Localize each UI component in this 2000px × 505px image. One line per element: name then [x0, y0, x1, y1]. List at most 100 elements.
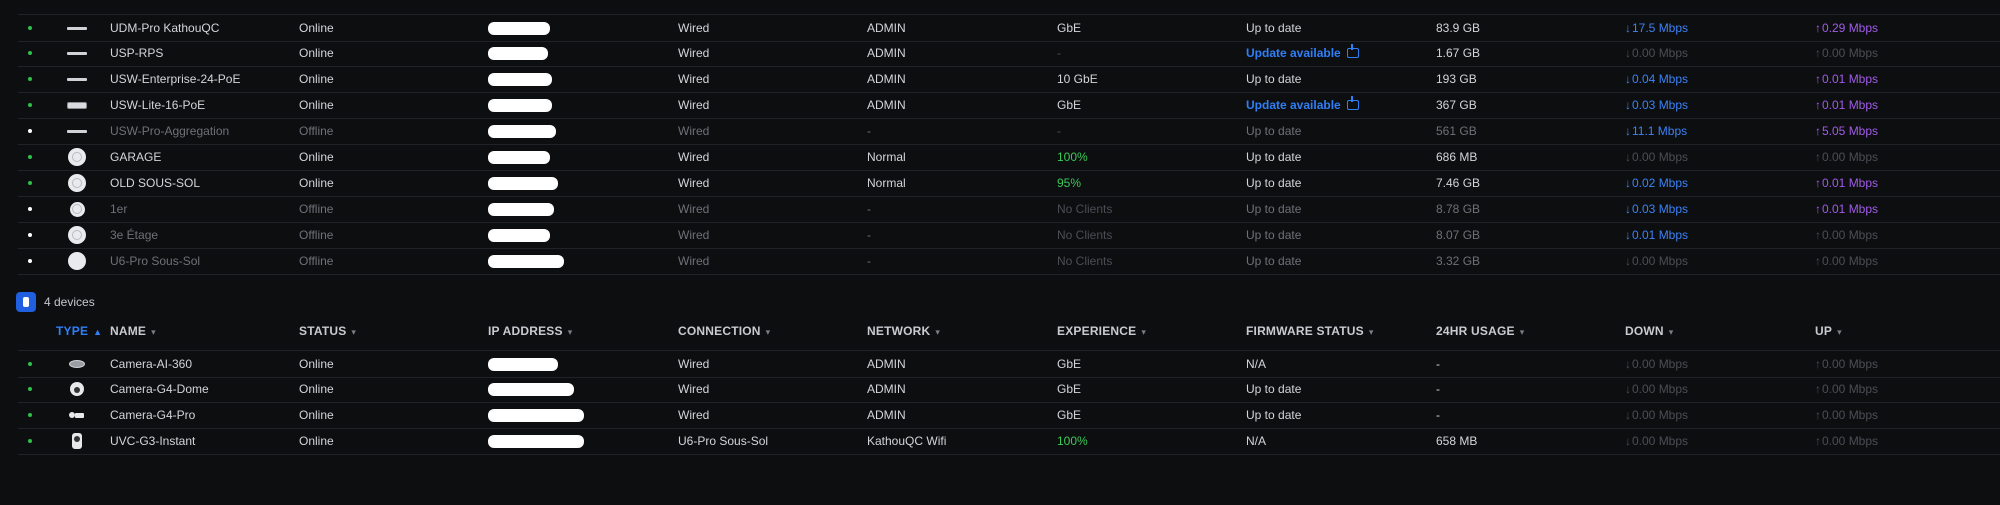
firmware-status: Up to date — [1246, 376, 1301, 402]
ip-address: 192.168.1.1 — [488, 15, 598, 41]
device-name[interactable]: Camera-G4-Dome — [110, 376, 209, 402]
device-name[interactable]: USW-Enterprise-24-PoE — [110, 66, 241, 92]
device-status: Offline — [299, 254, 334, 268]
arrow-down-icon: ↓ — [1625, 124, 1631, 138]
device-name[interactable]: USW-Lite-16-PoE — [110, 92, 205, 118]
redaction-mark — [488, 435, 584, 448]
firmware-status-text: Up to date — [1246, 124, 1302, 138]
table-row[interactable]: UDM-Pro KathouQC Online 192.168.1.1 Wired AD… — [18, 14, 2000, 42]
device-icon-cell — [60, 222, 94, 248]
column-header-firmware[interactable]: FIRMWARE STATUS ▾ — [1246, 318, 1374, 344]
status-dot-icon — [28, 439, 32, 443]
device-icon-cell — [60, 40, 94, 66]
usage-24hr: 658 MB — [1436, 434, 1478, 448]
status-dot — [28, 66, 34, 92]
connection: Wired — [678, 46, 710, 60]
column-header-type[interactable]: TYPE ▲ — [56, 318, 102, 344]
column-header-status[interactable]: STATUS ▾ — [299, 318, 356, 344]
update-icon[interactable] — [1346, 96, 1359, 110]
download-rate: ↓0.00 Mbps — [1625, 402, 1688, 428]
table-row[interactable]: Camera-AI-360 Online 192.168.1.107 Wired ADM… — [18, 350, 2000, 378]
redaction-mark — [488, 409, 584, 422]
arrow-down-icon: ↓ — [1625, 176, 1631, 190]
arrow-down-icon: ↓ — [1625, 228, 1631, 242]
table-row[interactable]: OLD SOUS-SOL Online 192.168.2.4 Wired Normal… — [18, 170, 2000, 197]
device-name[interactable]: GARAGE — [110, 144, 161, 170]
table-row[interactable]: USW-Pro-Aggregation Offline 192.168.1.5 Wir… — [18, 118, 2000, 145]
table-row[interactable]: GARAGE Online 192.168.1.6 Wired Normal 100% Up… — [18, 144, 2000, 171]
firmware-status[interactable]: Update available — [1246, 40, 1359, 66]
arrow-up-icon: ↑ — [1815, 150, 1821, 164]
device-name[interactable]: OLD SOUS-SOL — [110, 170, 200, 196]
experience: GbE — [1057, 21, 1082, 35]
firmware-status[interactable]: Update available — [1246, 92, 1359, 118]
table-row[interactable]: 1er Offline 192.168.1.8 Wired - No Clients Up … — [18, 196, 2000, 223]
firmware-status-text: Up to date — [1246, 21, 1302, 35]
device-name[interactable]: 1er — [110, 196, 127, 222]
column-header-down[interactable]: DOWN ▾ — [1625, 318, 1674, 344]
chevron-down-icon: ▾ — [1519, 327, 1525, 337]
upload-rate: ↑0.01 Mbps — [1815, 66, 1878, 92]
table-row[interactable]: 3e Étage Offline 192.168.1.9 Wired - No Clien… — [18, 222, 2000, 249]
device-name[interactable]: UDM-Pro KathouQC — [110, 15, 219, 41]
status-dot-icon — [28, 259, 32, 263]
download-rate: ↓0.00 Mbps — [1625, 248, 1688, 274]
device-icon-cell — [60, 92, 94, 118]
firmware-status: Up to date — [1246, 144, 1301, 170]
status-dot-icon — [28, 233, 32, 237]
chevron-down-icon: ▾ — [765, 327, 771, 337]
arrow-down-icon: ↓ — [1625, 72, 1631, 86]
column-header-connection[interactable]: CONNECTION ▾ — [678, 318, 770, 344]
device-name[interactable]: USW-Pro-Aggregation — [110, 118, 229, 144]
column-header-up[interactable]: UP ▾ — [1815, 318, 1842, 344]
table-row[interactable]: UVC-G3-Instant Online 192.168.1.110 U6-Pro … — [18, 428, 2000, 455]
experience: No Clients — [1057, 254, 1113, 268]
column-header-experience[interactable]: EXPERIENCE ▾ — [1057, 318, 1146, 344]
upload-rate-value: 0.01 Mbps — [1822, 98, 1879, 112]
table-row[interactable]: Camera-G4-Dome Online 192.168.1.108 Wired AD… — [18, 376, 2000, 403]
device-name[interactable]: USP-RPS — [110, 40, 163, 66]
table-row[interactable]: U6-Pro Sous-Sol Offline 192.168.0.6 Wired - N… — [18, 248, 2000, 275]
column-header-name[interactable]: NAME ▾ — [110, 318, 156, 344]
device-name[interactable]: UVC-G3-Instant — [110, 428, 195, 454]
arrow-down-icon: ↓ — [1625, 98, 1631, 112]
rack-device-icon — [67, 51, 87, 55]
usage-24hr: 7.46 GB — [1436, 176, 1481, 190]
column-header-network[interactable]: NETWORK ▾ — [867, 318, 940, 344]
table-row[interactable]: Camera-G4-Pro Online 192.168.1.109 Wired ADM… — [18, 402, 2000, 429]
update-icon[interactable] — [1346, 44, 1359, 58]
firmware-status-text[interactable]: Update available — [1246, 46, 1341, 60]
table-row[interactable]: USW-Enterprise-24-PoE Online 192.168.1.3 Wi… — [18, 66, 2000, 93]
arrow-up-icon: ↑ — [1815, 21, 1821, 35]
usage-24hr: 8.78 GB — [1436, 202, 1481, 216]
device-status: Online — [299, 98, 334, 112]
upload-rate: ↑0.00 Mbps — [1815, 248, 1878, 274]
experience: No Clients — [1057, 202, 1113, 216]
ip-address: 192.168.1.110 — [488, 428, 598, 454]
download-rate: ↓0.00 Mbps — [1625, 144, 1688, 170]
device-status: Online — [299, 21, 334, 35]
connection: Wired — [678, 98, 710, 112]
firmware-status-text[interactable]: Update available — [1246, 98, 1341, 112]
table-row[interactable]: USP-RPS Online 192.168.1.2 Wired ADMIN - Updat… — [18, 40, 2000, 67]
table-row[interactable]: USW-Lite-16-PoE Online 192.168.1.4 Wired ADM… — [18, 92, 2000, 119]
download-rate: ↓0.00 Mbps — [1625, 40, 1688, 66]
status-dot — [28, 196, 34, 222]
firmware-status: Up to date — [1246, 196, 1301, 222]
device-name[interactable]: 3e Étage — [110, 222, 158, 248]
device-status: Online — [299, 357, 334, 371]
device-name[interactable]: Camera-G4-Pro — [110, 402, 195, 428]
column-header-usage[interactable]: 24HR USAGE ▾ — [1436, 318, 1524, 344]
device-name[interactable]: Camera-AI-360 — [110, 351, 192, 377]
arrow-down-icon: ↓ — [1625, 21, 1631, 35]
experience: GbE — [1057, 98, 1082, 112]
column-header-ip[interactable]: IP ADDRESS ▾ — [488, 318, 572, 344]
firmware-status-text: N/A — [1246, 434, 1267, 448]
connection: Wired — [678, 228, 710, 242]
ip-address: 192.168.1.8 — [488, 196, 598, 222]
device-icon-cell — [60, 351, 94, 377]
network: ADMIN — [867, 21, 906, 35]
device-name[interactable]: U6-Pro Sous-Sol — [110, 248, 200, 274]
chevron-down-icon: ▾ — [1141, 327, 1147, 337]
network: ADMIN — [867, 382, 906, 396]
